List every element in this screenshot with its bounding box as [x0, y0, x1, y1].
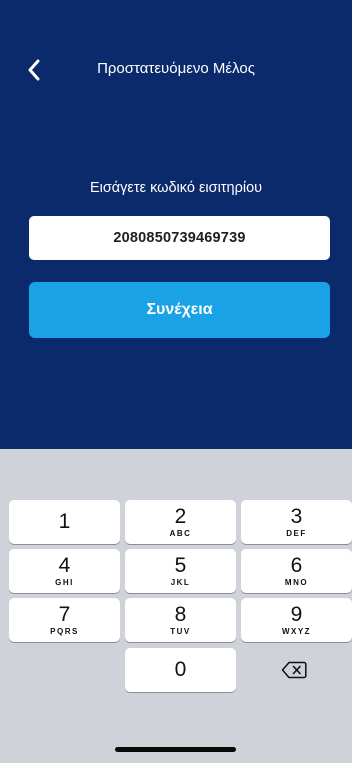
- ticket-code-input[interactable]: [29, 216, 330, 260]
- key-8-letters: TUV: [170, 626, 191, 636]
- key-6-number: 6: [290, 553, 303, 577]
- key-7-letters: PQRS: [50, 626, 79, 636]
- key-9-number: 9: [290, 602, 303, 626]
- key-4-letters: GHI: [55, 577, 74, 587]
- backspace-key[interactable]: [244, 648, 344, 692]
- key-7[interactable]: 7 PQRS: [9, 598, 120, 642]
- key-5-letters: JKL: [170, 577, 191, 587]
- key-3[interactable]: 3 DEF: [241, 500, 352, 544]
- page-title: Προστατευόμενο Μέλος: [97, 60, 255, 77]
- key-6[interactable]: 6 MNO: [241, 549, 352, 593]
- key-7-number: 7: [58, 602, 71, 626]
- key-2[interactable]: 2 ABC: [125, 500, 236, 544]
- key-4-number: 4: [58, 553, 71, 577]
- key-5[interactable]: 5 JKL: [125, 549, 236, 593]
- key-0-number: 0: [174, 658, 187, 681]
- key-1-number: 1: [58, 510, 71, 533]
- backspace-icon: [281, 661, 307, 679]
- key-0[interactable]: 0: [125, 648, 236, 692]
- key-4[interactable]: 4 GHI: [9, 549, 120, 593]
- key-5-number: 5: [174, 553, 187, 577]
- key-3-number: 3: [290, 504, 303, 528]
- key-9[interactable]: 9 WXYZ: [241, 598, 352, 642]
- key-8-number: 8: [174, 602, 187, 626]
- key-9-letters: WXYZ: [281, 626, 312, 636]
- header-panel: Προστατευόμενο Μέλος Εισάγετε κωδικό εισ…: [0, 0, 352, 449]
- key-2-letters: ABC: [169, 528, 192, 538]
- key-2-number: 2: [174, 504, 187, 528]
- key-6-letters: MNO: [284, 577, 309, 587]
- continue-button[interactable]: Συνέχεια: [29, 282, 330, 338]
- key-1[interactable]: 1: [9, 500, 120, 544]
- home-indicator[interactable]: [115, 747, 236, 752]
- ticket-code-prompt: Εισάγετε κωδικό εισιτηρίου: [89, 180, 263, 196]
- key-8[interactable]: 8 TUV: [125, 598, 236, 642]
- key-3-letters: DEF: [286, 528, 307, 538]
